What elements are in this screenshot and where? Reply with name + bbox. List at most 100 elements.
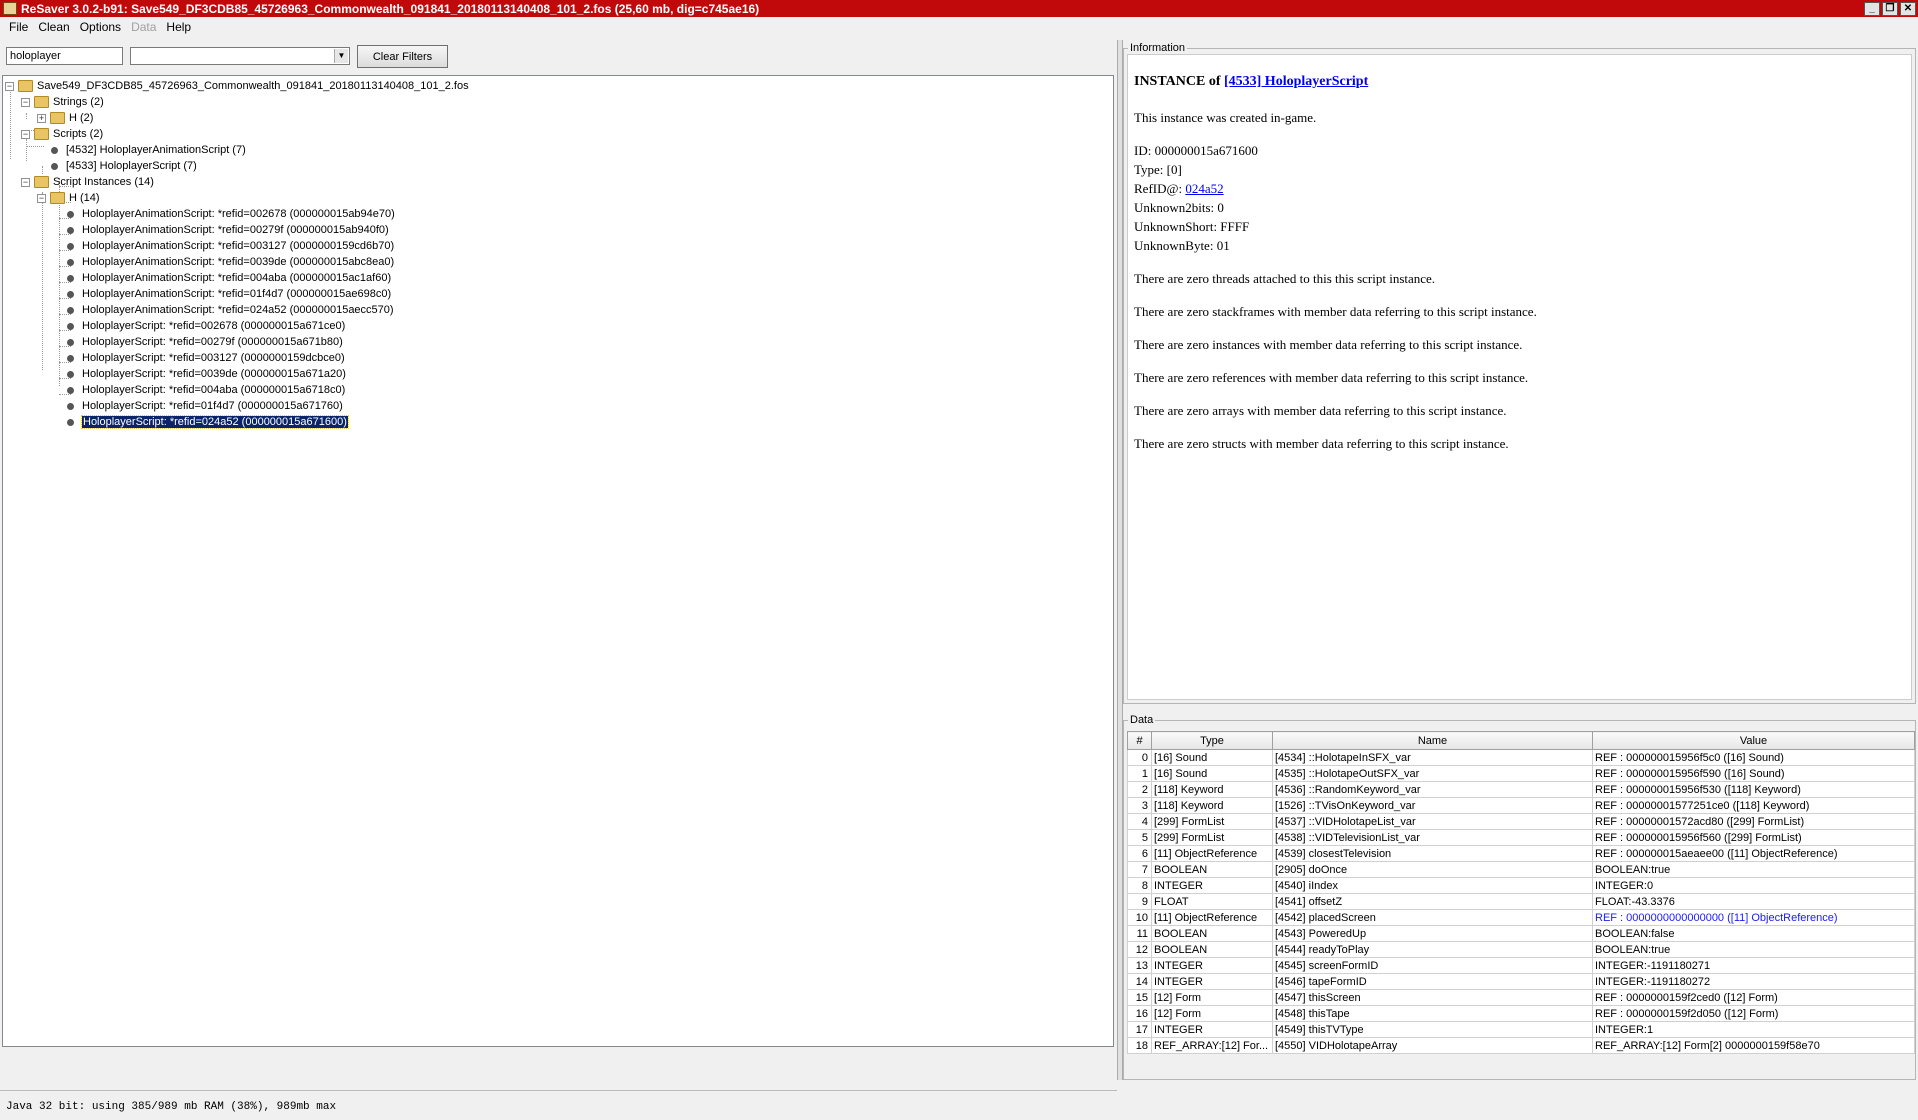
folder-icon bbox=[50, 112, 65, 124]
close-icon[interactable]: ✕ bbox=[1900, 1, 1916, 16]
tree-node-label: [4533] HoloplayerScript (7) bbox=[66, 160, 197, 172]
type-cell: [16] Sound bbox=[1151, 749, 1273, 766]
menu-data[interactable]: Data bbox=[126, 20, 161, 34]
clear-filters-button[interactable]: Clear Filters bbox=[357, 45, 448, 68]
tree-item[interactable]: HoloplayerScript: *refid=024a52 (0000000… bbox=[63, 414, 349, 430]
index-cell: 18 bbox=[1127, 1037, 1152, 1054]
chevron-down-icon[interactable]: ▼ bbox=[334, 49, 348, 63]
collapse-icon[interactable]: − bbox=[21, 177, 30, 187]
tree-item[interactable]: HoloplayerAnimationScript: *refid=024a52… bbox=[63, 302, 394, 318]
tree-folder[interactable]: − Save549_DF3CDB85_45726963_Commonwealth_… bbox=[5, 78, 469, 94]
tree-item[interactable]: HoloplayerAnimationScript: *refid=00279f… bbox=[63, 222, 389, 238]
name-cell: [4536] ::RandomKeyword_var bbox=[1272, 781, 1593, 798]
tree-item[interactable]: HoloplayerScript: *refid=00279f (0000000… bbox=[63, 334, 343, 350]
script-link[interactable]: [4533] HoloplayerScript bbox=[1224, 74, 1368, 89]
name-cell: [4541] offsetZ bbox=[1272, 893, 1593, 910]
tree-item[interactable]: HoloplayerScript: *refid=004aba (0000000… bbox=[63, 382, 345, 398]
folder-icon bbox=[50, 192, 65, 204]
table-row[interactable]: 16 [12] Form [4548] thisTape REF : 00000001… bbox=[1127, 1005, 1915, 1022]
minimize-icon[interactable]: _ bbox=[1864, 1, 1880, 16]
table-row[interactable]: 10 [11] ObjectReference [4542] placedScree… bbox=[1127, 909, 1915, 926]
collapse-icon[interactable]: − bbox=[21, 129, 30, 139]
tree-item[interactable]: HoloplayerScript: *refid=01f4d7 (0000000… bbox=[63, 398, 343, 414]
table-row[interactable]: 6 [11] ObjectReference [4539] closestTelev… bbox=[1127, 845, 1915, 862]
bullet-icon bbox=[67, 402, 74, 410]
collapse-icon[interactable]: − bbox=[21, 97, 30, 107]
tree-folder[interactable]: − Script Instances (14) bbox=[21, 174, 154, 190]
information-content: INSTANCE of [4533] HoloplayerScript This… bbox=[1127, 54, 1912, 700]
table-row[interactable]: 14 INTEGER [4546] tapeFormID INTEGER:-11911… bbox=[1127, 973, 1915, 990]
menu-clean[interactable]: Clean bbox=[33, 20, 74, 34]
type-cell: FLOAT bbox=[1151, 893, 1273, 910]
table-header-row: # Type Name Value bbox=[1127, 731, 1915, 750]
menu-help[interactable]: Help bbox=[161, 20, 196, 34]
column-header-value[interactable]: Value bbox=[1592, 731, 1915, 750]
tree-connector bbox=[26, 113, 27, 119]
tree-item[interactable]: HoloplayerAnimationScript: *refid=003127… bbox=[63, 238, 394, 254]
name-cell: [1526] ::TVisOnKeyword_var bbox=[1272, 797, 1593, 814]
threads-text: There are zero threads attached to this … bbox=[1134, 271, 1436, 286]
table-row[interactable]: 17 INTEGER [4549] thisTVType INTEGER:1 bbox=[1127, 1021, 1915, 1038]
table-row[interactable]: 2 [118] Keyword [4536] ::RandomKeyword_var… bbox=[1127, 781, 1915, 798]
data-table[interactable]: # Type Name Value 0 [16] Sound [4534] ::Ho… bbox=[1127, 731, 1915, 1054]
value-cell: BOOLEAN:false bbox=[1592, 925, 1915, 942]
table-row[interactable]: 5 [299] FormList [4538] ::VIDTelevisionLis… bbox=[1127, 829, 1915, 846]
filter-combo[interactable]: ▼ bbox=[130, 47, 350, 65]
tree-node-label: HoloplayerScript: *refid=0039de (0000000… bbox=[82, 368, 346, 380]
bullet-icon bbox=[67, 258, 74, 266]
tree-item[interactable]: [4532] HoloplayerAnimationScript (7) bbox=[47, 142, 246, 158]
collapse-icon[interactable]: − bbox=[5, 81, 14, 91]
index-cell: 5 bbox=[1127, 829, 1152, 846]
table-row[interactable]: 18 REF_ARRAY:[12] For... [4550] VIDHolotap… bbox=[1127, 1037, 1915, 1054]
table-row[interactable]: 13 INTEGER [4545] screenFormID INTEGER:-119… bbox=[1127, 957, 1915, 974]
tree-connector bbox=[26, 139, 27, 161]
tree-item[interactable]: HoloplayerAnimationScript: *refid=002678… bbox=[63, 206, 395, 222]
structs-text: There are zero structs with member data … bbox=[1134, 436, 1509, 451]
name-cell: [4545] screenFormID bbox=[1272, 957, 1593, 974]
table-row[interactable]: 11 BOOLEAN [4543] PoweredUp BOOLEAN:false bbox=[1127, 925, 1915, 942]
menu-bar: File Clean Options Data Help bbox=[0, 17, 1918, 37]
tree-item[interactable]: [4533] HoloplayerScript (7) bbox=[47, 158, 197, 174]
tree-folder[interactable]: + H (2) bbox=[37, 110, 93, 126]
table-row[interactable]: 12 BOOLEAN [4544] readyToPlay BOOLEAN:true bbox=[1127, 941, 1915, 958]
tree-item[interactable]: HoloplayerAnimationScript: *refid=004aba… bbox=[63, 270, 391, 286]
created-text: This instance was created in-game. bbox=[1134, 110, 1317, 125]
menu-options[interactable]: Options bbox=[75, 20, 126, 34]
memory-status: Java 32 bit: using 385/989 mb RAM (38%),… bbox=[6, 1101, 337, 1113]
tree-item[interactable]: HoloplayerScript: *refid=003127 (0000000… bbox=[63, 350, 345, 366]
tree-node-label: Scripts (2) bbox=[53, 128, 104, 140]
collapse-icon[interactable]: − bbox=[37, 193, 46, 203]
tree-folder[interactable]: − H (14) bbox=[37, 190, 100, 206]
tree-item[interactable]: HoloplayerAnimationScript: *refid=01f4d7… bbox=[63, 286, 391, 302]
table-row[interactable]: 9 FLOAT [4541] offsetZ FLOAT:-43.3376 bbox=[1127, 893, 1915, 910]
index-cell: 17 bbox=[1127, 1021, 1152, 1038]
table-row[interactable]: 7 BOOLEAN [2905] doOnce BOOLEAN:true bbox=[1127, 861, 1915, 878]
tree-item[interactable]: HoloplayerScript: *refid=002678 (0000000… bbox=[63, 318, 345, 334]
table-row[interactable]: 1 [16] Sound [4535] ::HolotapeOutSFX_var RE… bbox=[1127, 765, 1915, 782]
filter-input[interactable] bbox=[6, 47, 123, 65]
name-cell: [4544] readyToPlay bbox=[1272, 941, 1593, 958]
refid-link[interactable]: 024a52 bbox=[1185, 181, 1223, 196]
tree-folder[interactable]: − Strings (2) bbox=[21, 94, 104, 110]
column-header-index[interactable]: # bbox=[1127, 731, 1152, 750]
right-pane: Information INSTANCE of [4533] Holoplaye… bbox=[1123, 40, 1918, 1080]
column-header-name[interactable]: Name bbox=[1272, 731, 1593, 750]
expand-icon[interactable]: + bbox=[37, 113, 46, 123]
table-row[interactable]: 8 INTEGER [4540] iIndex INTEGER:0 bbox=[1127, 877, 1915, 894]
tree-node-label: Save549_DF3CDB85_45726963_Commonwealth_0… bbox=[37, 80, 469, 92]
tree-item[interactable]: HoloplayerAnimationScript: *refid=0039de… bbox=[63, 254, 394, 270]
table-row[interactable]: 15 [12] Form [4547] thisScreen REF : 000000… bbox=[1127, 989, 1915, 1006]
table-row[interactable]: 3 [118] Keyword [1526] ::TVisOnKeyword_var… bbox=[1127, 797, 1915, 814]
tree-folder[interactable]: − Scripts (2) bbox=[21, 126, 103, 142]
save-tree[interactable]: − Save549_DF3CDB85_45726963_Commonwealth_… bbox=[2, 75, 1114, 1047]
data-legend: Data bbox=[1128, 714, 1156, 726]
name-cell: [4539] closestTelevision bbox=[1272, 845, 1593, 862]
restore-icon[interactable]: ❐ bbox=[1882, 1, 1898, 16]
menu-file[interactable]: File bbox=[4, 20, 33, 34]
value-cell[interactable]: REF : 0000000000000000 ([11] ObjectRefer… bbox=[1592, 909, 1915, 926]
table-row[interactable]: 0 [16] Sound [4534] ::HolotapeInSFX_var REF… bbox=[1127, 749, 1915, 766]
table-row[interactable]: 4 [299] FormList [4537] ::VIDHolotapeList_… bbox=[1127, 813, 1915, 830]
index-cell: 0 bbox=[1127, 749, 1152, 766]
column-header-type[interactable]: Type bbox=[1151, 731, 1273, 750]
tree-item[interactable]: HoloplayerScript: *refid=0039de (0000000… bbox=[63, 366, 346, 382]
